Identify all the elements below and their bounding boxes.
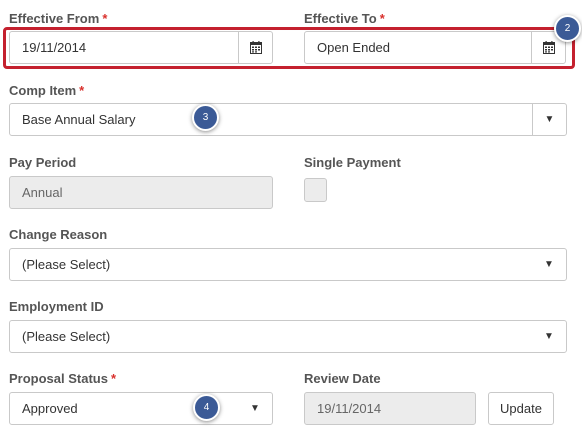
employment-id-select[interactable]: (Please Select) ▼ (9, 320, 567, 353)
annotation-highlight-box (3, 27, 575, 69)
comp-item-label: Comp Item * (9, 83, 85, 98)
required-mark: * (379, 11, 385, 26)
change-reason-select[interactable]: (Please Select) ▼ (9, 248, 567, 281)
employment-id-value: (Please Select) (22, 329, 111, 344)
update-button[interactable]: Update (488, 392, 554, 425)
caret-down-icon[interactable]: ▼ (532, 104, 566, 135)
pay-period-label: Pay Period (9, 155, 77, 170)
single-payment-checkbox[interactable] (304, 178, 327, 202)
proposal-status-value: Approved (22, 401, 78, 416)
effective-to-label: Effective To * (304, 11, 385, 26)
caret-down-icon[interactable]: ▼ (238, 393, 272, 424)
review-date-value: 19/11/2014 (317, 401, 382, 416)
required-mark: * (110, 371, 117, 386)
required-mark: * (102, 11, 108, 26)
single-payment-label: Single Payment (304, 155, 401, 170)
change-reason-label: Change Reason (9, 227, 108, 242)
employment-id-label: Employment ID (9, 299, 104, 314)
annotation-marker-4: 4 (193, 394, 220, 421)
effective-from-label: Effective From * (9, 11, 108, 26)
proposal-status-label: Proposal Status * (9, 371, 117, 386)
proposal-status-select[interactable]: Approved ▼ (9, 392, 273, 425)
required-mark: * (79, 83, 85, 98)
caret-down-icon[interactable]: ▼ (532, 249, 566, 280)
annotation-marker-3: 3 (192, 104, 219, 131)
pay-period-value: Annual (22, 185, 63, 200)
change-reason-value: (Please Select) (22, 257, 111, 272)
annotation-marker-2: 2 (554, 15, 581, 42)
pay-period-field: Annual (9, 176, 273, 209)
review-date-label: Review Date (304, 371, 381, 386)
caret-down-icon[interactable]: ▼ (532, 321, 566, 352)
comp-item-value: Base Annual Salary (22, 112, 136, 127)
comp-item-select[interactable]: Base Annual Salary ▼ (9, 103, 567, 136)
review-date-field: 19/11/2014 (304, 392, 476, 425)
